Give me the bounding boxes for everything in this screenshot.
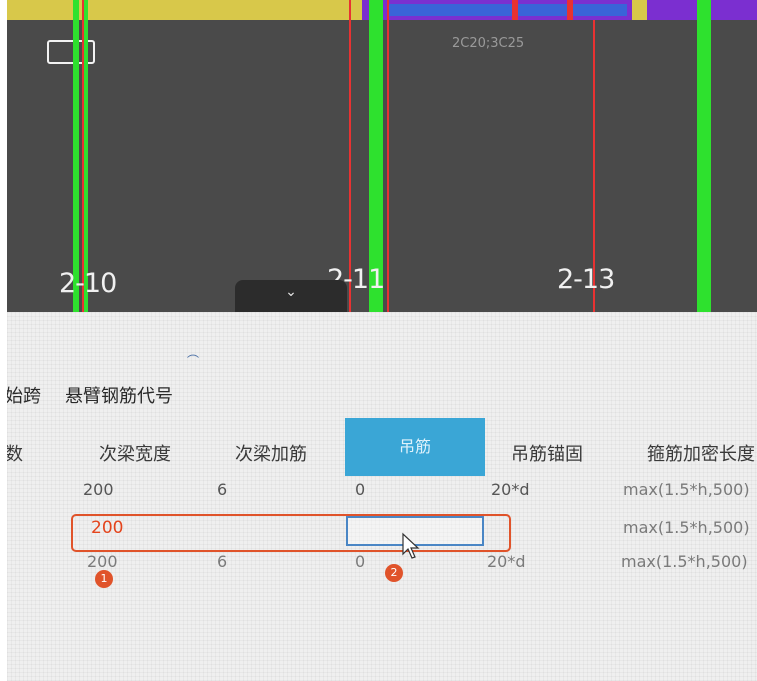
annotation-marker-1: 1: [95, 570, 113, 588]
column-header[interactable]: 箍筋加密长度: [647, 440, 755, 466]
red-mark: [512, 0, 518, 20]
cell-secondary-beam-stirrups[interactable]: 6: [217, 552, 227, 571]
cell-hanger-anchorage[interactable]: 20*d: [491, 480, 530, 499]
cell-hanger-anchorage[interactable]: 20*d: [487, 552, 526, 571]
cad-canvas[interactable]: 2C20;3C25 2-10 2-11 2-13 ⌄: [7, 0, 757, 316]
table-row[interactable]: 200 6 0 20*d max(1.5*h,500): [7, 480, 757, 508]
table-header: 数 次梁宽度 次梁加筋 吊筋 吊筋锚固 箍筋加密长度: [7, 418, 757, 480]
cell-secondary-beam-stirrups[interactable]: 6: [217, 480, 227, 499]
column-header[interactable]: 吊筋锚固: [511, 440, 583, 466]
annotation-marker-2: 2: [385, 564, 403, 582]
cell-secondary-beam-width[interactable]: 200: [83, 480, 114, 499]
cell-hanger-bar[interactable]: 0: [355, 552, 365, 571]
axis-label-2-10: 2-10: [59, 268, 117, 299]
cell-secondary-beam-width[interactable]: 200: [87, 552, 118, 571]
cell-stirrup-densified-length[interactable]: max(1.5*h,500): [621, 552, 748, 571]
red-mark: [567, 0, 573, 20]
column-header[interactable]: 数: [7, 440, 23, 466]
table-row[interactable]: 200 6 0 20*d max(1.5*h,500): [7, 552, 757, 580]
column-header[interactable]: 次梁宽度: [99, 440, 171, 466]
cell-stirrup-densified-length[interactable]: max(1.5*h,500): [623, 518, 750, 537]
red-axis-line[interactable]: [387, 0, 389, 312]
panel-collapse-tab[interactable]: ⌄: [235, 280, 347, 316]
tab-cantilever-rebar-code[interactable]: 悬臂钢筋代号: [65, 382, 173, 408]
red-axis-line[interactable]: [82, 0, 84, 312]
column-header[interactable]: 次梁加筋: [235, 440, 307, 466]
green-column-line[interactable]: [84, 0, 88, 312]
green-column-line[interactable]: [73, 0, 79, 312]
rebar-annotation: 2C20;3C25: [452, 36, 525, 51]
cell-hanger-bar[interactable]: 0: [355, 480, 365, 499]
resize-grip-icon: ⌒: [187, 354, 200, 368]
tab-start-span[interactable]: 始跨: [7, 382, 41, 408]
chevron-down-icon: ⌄: [285, 284, 297, 300]
annotation-highlight-box: [71, 514, 511, 552]
axis-label-2-13: 2-13: [557, 264, 615, 295]
green-column-line[interactable]: [697, 0, 711, 312]
beam-parameter-panel: ⌒ 始跨 悬臂钢筋代号 数 次梁宽度 次梁加筋 吊筋 吊筋锚固 箍筋加密长度 2…: [7, 312, 757, 681]
screen: 2C20;3C25 2-10 2-11 2-13 ⌄ ⌒ 始跨 悬臂钢筋代号 数…: [7, 0, 757, 681]
blue-beam-strip: [387, 4, 627, 16]
mouse-cursor-icon: [402, 532, 420, 559]
cell-stirrup-densified-length[interactable]: max(1.5*h,500): [623, 480, 750, 499]
column-header-selected[interactable]: 吊筋: [345, 418, 485, 476]
